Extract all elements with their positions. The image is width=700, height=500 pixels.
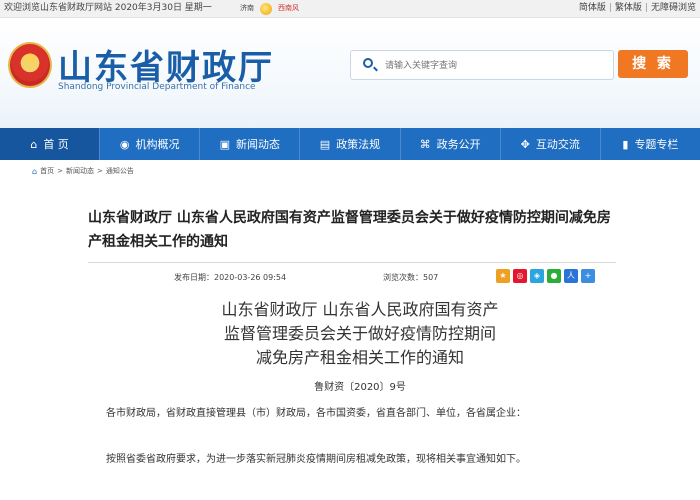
nav-item-open-government[interactable]: ⌘ 政务公开 [401,128,501,160]
breadcrumb-news[interactable]: 新闻动态 [66,166,94,176]
nav-label: 首 页 [43,138,69,151]
nav-item-about[interactable]: ◉ 机构概况 [100,128,201,160]
view-count-value: 507 [423,273,439,282]
home-icon: ⌂ [32,166,38,176]
divider: | [644,3,648,13]
home-icon: ⌂ [30,137,38,151]
main-nav: ⌂ 首 页 ◉ 机构概况 ▣ 新闻动态 ▤ 政策法规 ⌘ 政务公开 ✥ 互动交流… [0,128,700,160]
nav-label: 政务公开 [436,138,481,151]
search-button[interactable]: 搜 索 [618,50,688,78]
book-icon: ▮ [622,137,629,151]
national-emblem-logo[interactable]: ★ [8,42,52,88]
weather-wind: 西南风 [278,4,299,12]
document-heading: 山东省财政厅 山东省人民政府国有资产 监督管理委员会关于做好疫情防控期间 减免房… [150,298,570,370]
location-icon: ◉ [119,137,130,151]
divider: | [608,3,612,13]
nav-label: 互动交流 [535,138,580,151]
site-header: ★ 山东省财政厅 Shandong Provincial Department … [0,18,700,128]
nav-item-policy[interactable]: ▤ 政策法规 [300,128,401,160]
more-share-icon[interactable]: + [581,269,595,283]
publish-date-value: 2020-03-26 09:54 [214,273,287,282]
top-utility-bar: 欢迎浏览山东省财政厅网站 2020年3月30日 星期一 济南 西南风 简体版 |… [0,0,700,18]
site-subtitle: Shandong Provincial Department of Financ… [58,82,256,92]
nav-label: 专题专栏 [634,138,679,151]
weather-widget: 济南 西南风 [240,0,299,17]
document-heading-line: 减免房产租金相关工作的通知 [255,348,464,367]
building-icon: ⌘ [419,137,431,151]
version-links: 简体版 | 繁体版 | 无障碍浏览 [579,0,696,17]
article-title: 山东省财政厅 山东省人民政府国有资产监督管理委员会关于做好疫情防控期间减免房产租… [88,210,611,250]
share-bar: ★ ◎ ◈ ● 人 + [496,269,595,283]
link-accessibility[interactable]: 无障碍浏览 [651,0,696,17]
link-traditional[interactable]: 繁体版 [615,0,642,17]
document-heading-line: 山东省财政厅 山东省人民政府国有资产 [221,300,499,319]
breadcrumb-separator: > [96,167,103,175]
view-count-label: 浏览次数： [383,273,423,282]
document-number: 鲁财资〔2020〕9号 [314,382,406,393]
article-meta: 发布日期：2020-03-26 09:54 浏览次数：507 ★ ◎ ◈ ● 人… [88,262,616,291]
nav-label: 新闻动态 [236,138,281,151]
article-paragraph: 按照省委省政府要求，为进一步落实新冠肺炎疫情期间房租减免政策，现将相关事宜通知如… [106,454,526,465]
nav-label: 机构概况 [135,138,180,151]
breadcrumb-home[interactable]: 首页 [40,166,54,176]
weibo-share-icon[interactable]: ◎ [513,269,527,283]
renren-share-icon[interactable]: 人 [564,269,578,283]
favorite-share-icon[interactable]: ★ [496,269,510,283]
article-paragraph: 各市财政局，省财政直接管理县（市）财政局，各市国资委，省直各部门、单位，各省属企… [106,408,526,419]
nav-item-news[interactable]: ▣ 新闻动态 [200,128,301,160]
welcome-text: 欢迎浏览山东省财政厅网站 2020年3月30日 星期一 [4,3,212,13]
nav-item-interaction[interactable]: ✥ 互动交流 [501,128,601,160]
nav-label: 政策法规 [336,138,381,151]
star-icon: ★ [24,51,37,67]
publish-date: 发布日期：2020-03-26 09:54 [174,272,286,283]
search-input[interactable] [383,56,607,76]
nav-item-topics[interactable]: ▮ 专题专栏 [601,128,700,160]
breadcrumb: ⌂ 首页 > 新闻动态 > 通知公告 [32,166,134,176]
search-icon [363,58,373,68]
breadcrumb-notices[interactable]: 通知公告 [106,166,134,176]
weather-city: 济南 [240,4,254,12]
document-heading-line: 监督管理委员会关于做好疫情防控期间 [223,324,496,343]
handshake-icon: ✥ [520,137,530,151]
tencent-share-icon[interactable]: ◈ [530,269,544,283]
sun-icon [260,2,272,15]
search-box [350,50,614,80]
nav-item-home[interactable]: ⌂ 首 页 [0,128,101,160]
news-icon: ▣ [219,137,231,151]
publish-date-label: 发布日期： [174,273,214,282]
wechat-share-icon[interactable]: ● [547,269,561,283]
view-count: 浏览次数：507 [383,272,438,283]
link-simplified[interactable]: 简体版 [579,0,606,17]
policy-icon: ▤ [319,137,331,151]
breadcrumb-separator: > [57,167,63,175]
